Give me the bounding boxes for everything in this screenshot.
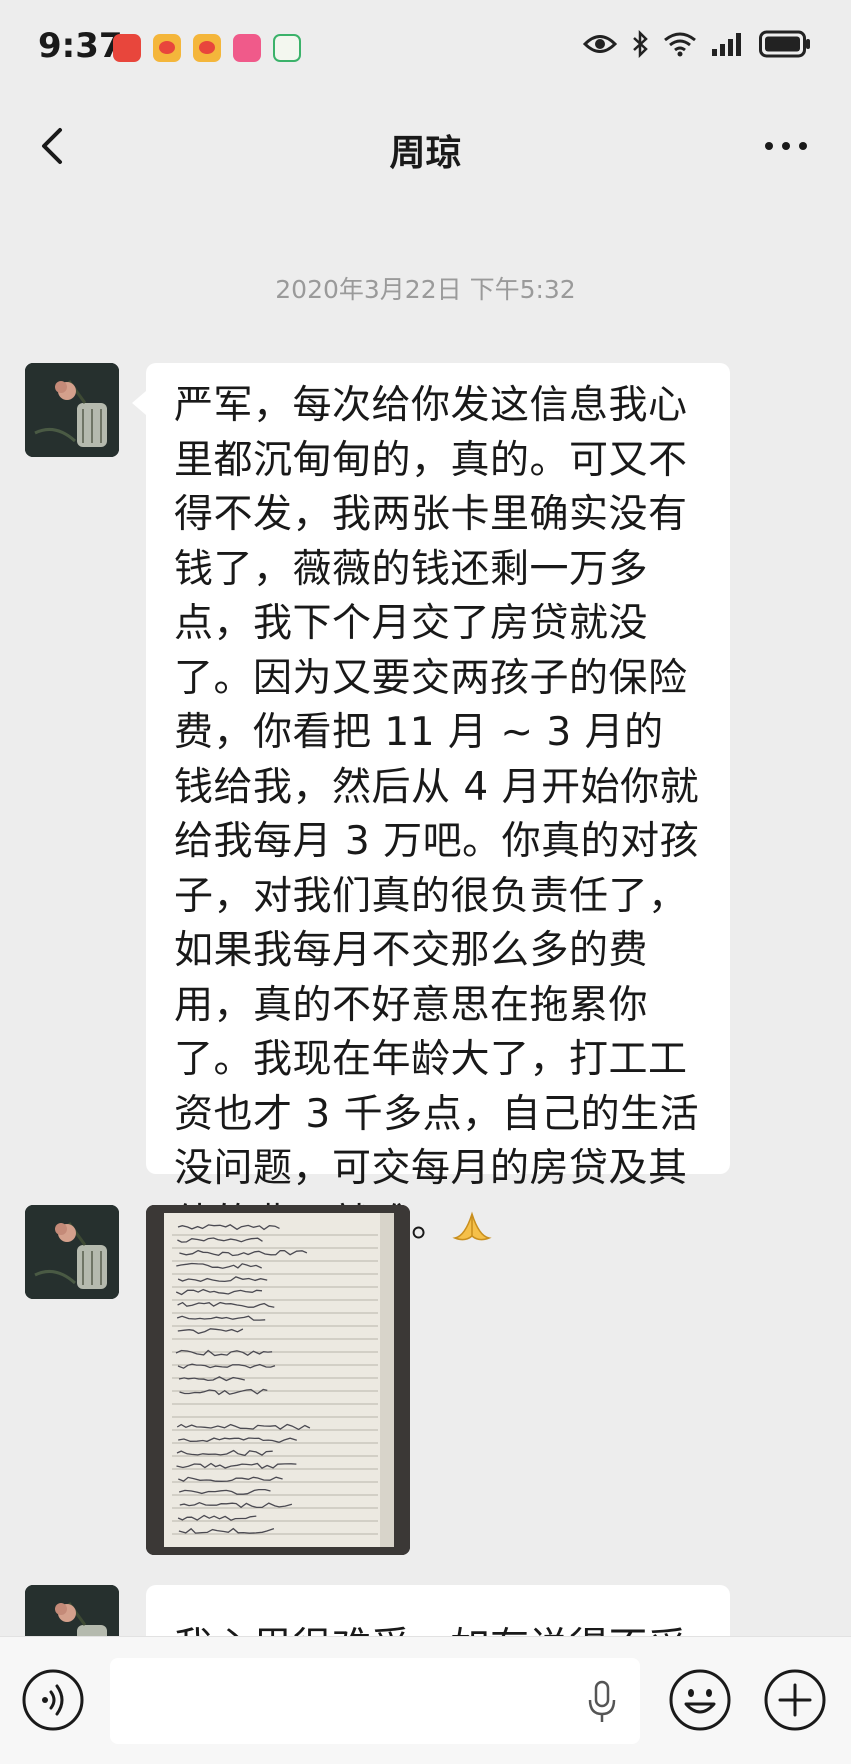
contact-avatar[interactable] [25,1205,119,1299]
input-bar [0,1636,851,1764]
chat-title: 周琼 [389,133,462,174]
microphone-icon[interactable] [586,1680,618,1724]
wifi-icon [664,32,696,57]
notification-icons [113,34,301,62]
battery-icon [759,30,810,58]
notebook-image [146,1205,410,1555]
app-notification-icon [113,34,141,62]
system-icons [583,30,811,58]
chat-header: 周琼 [0,100,851,192]
signal-icon [712,33,741,56]
status-bar: 9:37 [0,0,851,100]
weibo-icon [153,34,181,62]
weibo-icon [193,34,221,62]
status-time: 9:37 [38,26,123,66]
folded-hands-emoji [451,1211,492,1240]
more-options-icon[interactable] [761,128,811,164]
notebook-photo[interactable] [146,1205,410,1555]
voice-icon[interactable] [21,1668,85,1732]
bluetooth-icon [633,30,648,58]
message-timestamp: 2020年3月22日 下午5:32 [275,275,576,304]
message-bubble[interactable]: 严军，每次给你发这信息我心里都沉甸甸的，真的。可又不得不发，我两张卡里确实没有钱… [132,363,730,1246]
contact-avatar[interactable] [25,363,119,457]
message-input[interactable] [110,1658,640,1744]
wifi-app-icon [273,34,301,62]
eye-icon [583,35,617,53]
smiley-icon[interactable] [668,1668,732,1732]
plus-icon[interactable] [763,1668,827,1732]
bilibili-icon [233,34,261,62]
message-text-content: 严军，每次给你发这信息我心里都沉甸甸的，真的。可又不得不发，我两张卡里确实没有钱… [174,383,700,1246]
message-text: 严军，每次给你发这信息我心里都沉甸甸的，真的。可又不得不发，我两张卡里确实没有钱… [146,363,730,1267]
